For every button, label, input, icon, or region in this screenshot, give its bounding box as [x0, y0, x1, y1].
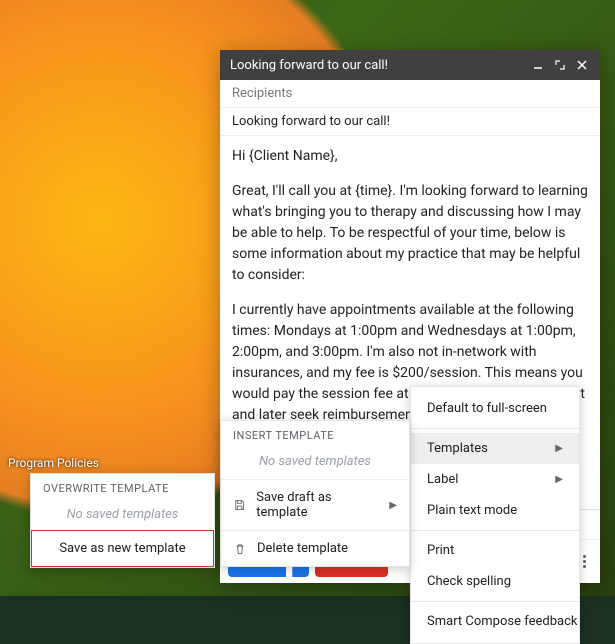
- divider: [411, 530, 579, 531]
- save-as-new-template[interactable]: Save as new template: [31, 530, 214, 567]
- overwrite-template-submenu: OVERWRITE TEMPLATE No saved templates Sa…: [30, 473, 215, 568]
- save-icon: [233, 498, 246, 512]
- body-paragraph: Hi {Client Name},: [232, 146, 588, 167]
- chevron-right-icon: ▶: [555, 474, 563, 485]
- divider: [411, 601, 579, 602]
- menu-smart-compose[interactable]: Smart Compose feedback: [411, 606, 579, 637]
- chevron-right-icon: ▶: [389, 500, 397, 511]
- program-policies-link[interactable]: Program Policies: [8, 456, 99, 470]
- compose-more-menu: Default to full-screen Templates ▶ Label…: [410, 386, 580, 644]
- save-draft-as-template[interactable]: Save draft as template ▶: [221, 479, 409, 530]
- compose-titlebar: Looking forward to our call!: [220, 50, 600, 80]
- minimize-icon[interactable]: [530, 57, 546, 73]
- expand-icon[interactable]: [552, 57, 568, 73]
- no-saved-templates-label: No saved templates: [31, 503, 214, 530]
- compose-title: Looking forward to our call!: [230, 58, 524, 73]
- menu-print[interactable]: Print: [411, 535, 579, 566]
- subject-field[interactable]: Looking forward to our call!: [220, 108, 600, 136]
- close-icon[interactable]: [574, 57, 590, 73]
- divider: [411, 428, 579, 429]
- chevron-right-icon: ▶: [555, 443, 563, 454]
- menu-templates[interactable]: Templates ▶: [411, 433, 579, 464]
- menu-label[interactable]: Label ▶: [411, 464, 579, 495]
- menu-default-fullscreen[interactable]: Default to full-screen: [411, 393, 579, 424]
- recipients-field[interactable]: Recipients: [220, 80, 600, 108]
- menu-check-spelling[interactable]: Check spelling: [411, 566, 579, 597]
- overwrite-template-header: OVERWRITE TEMPLATE: [31, 474, 214, 503]
- insert-template-header: INSERT TEMPLATE: [221, 421, 409, 450]
- body-paragraph: Great, I'll call you at {time}. I'm look…: [232, 181, 588, 286]
- templates-submenu: INSERT TEMPLATE No saved templates Save …: [220, 420, 410, 567]
- delete-template[interactable]: Delete template: [221, 530, 409, 566]
- trash-icon: [233, 542, 247, 556]
- no-saved-templates-label: No saved templates: [221, 450, 409, 479]
- menu-plain-text[interactable]: Plain text mode: [411, 495, 579, 526]
